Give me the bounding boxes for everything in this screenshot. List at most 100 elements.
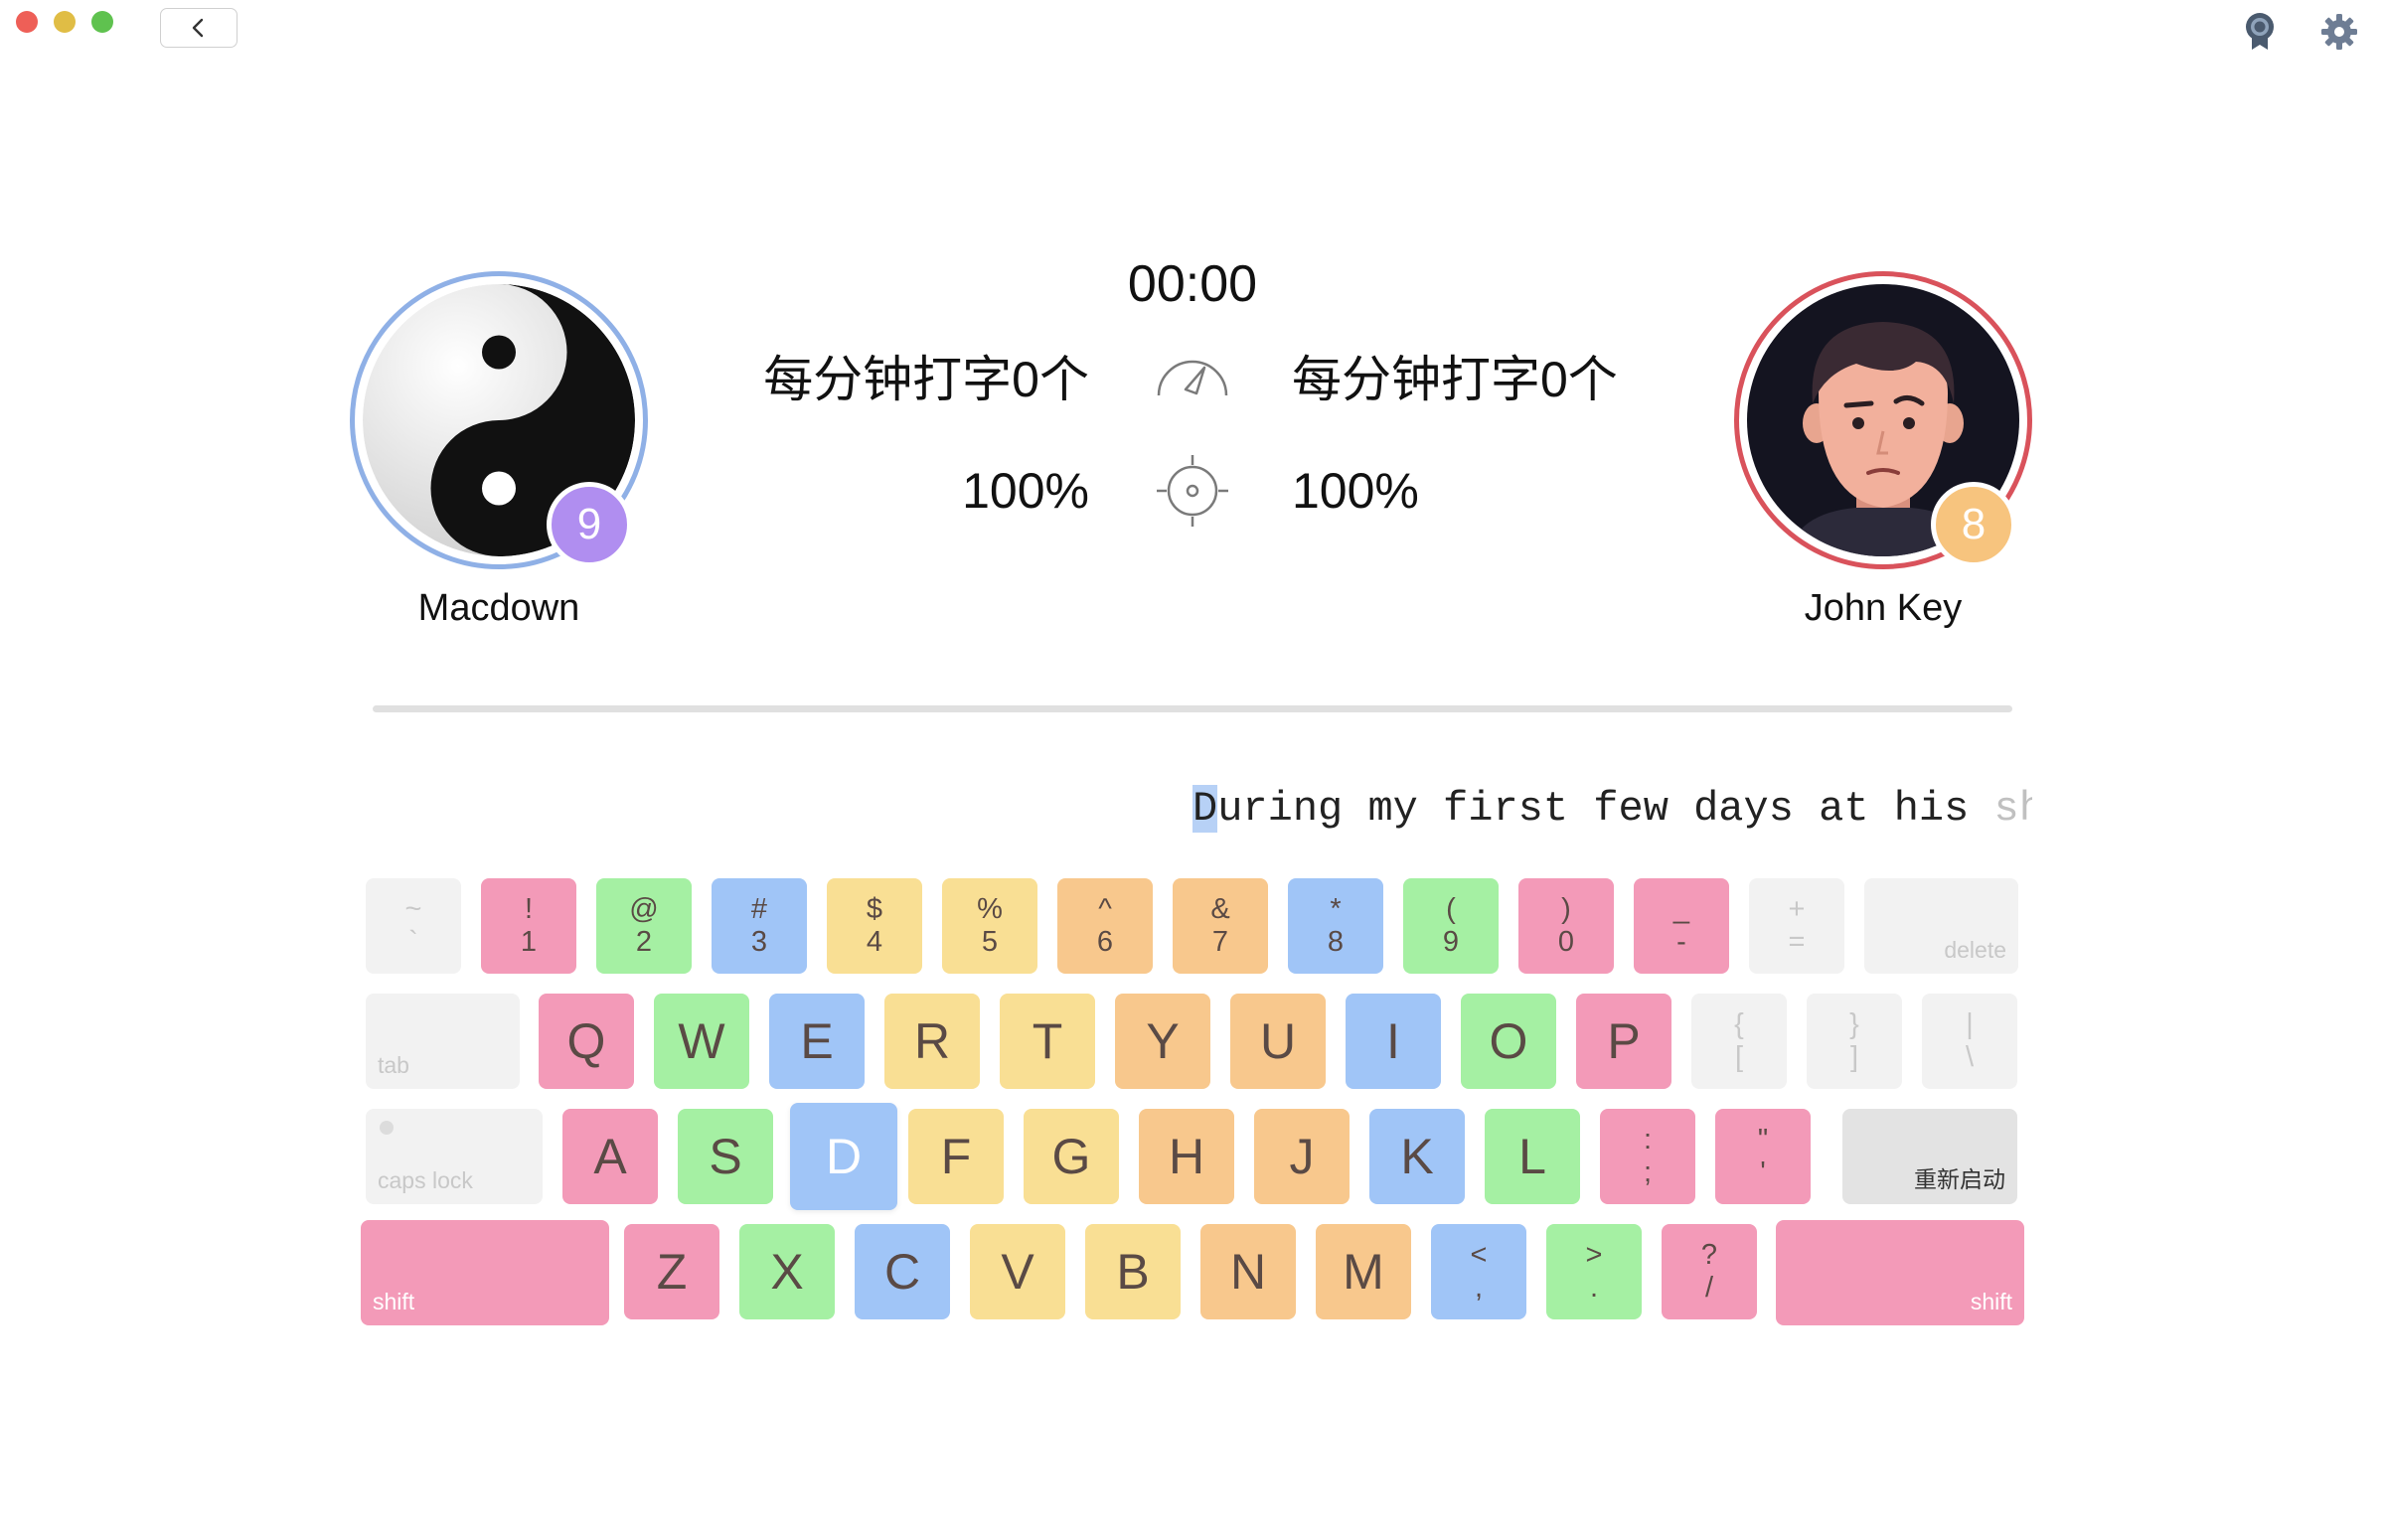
key-symbol-/[interactable]: ? / <box>1662 1224 1757 1319</box>
key-symbol-\[interactable]: | \ <box>1922 994 2017 1089</box>
key-label: caps lock <box>378 1167 473 1193</box>
key--[interactable]: _ - <box>1634 878 1729 974</box>
key-symbol-][interactable]: }] <box>1807 994 1902 1089</box>
key-k[interactable]: K <box>1369 1109 1465 1204</box>
award-badge-button[interactable] <box>2240 12 2280 52</box>
current-char: D <box>1192 785 1218 833</box>
key-main-symbol: \ <box>1965 1041 1975 1073</box>
maximize-window-button[interactable] <box>91 11 113 33</box>
key-shift-left[interactable]: shift <box>361 1220 609 1325</box>
key-shift-symbol: & <box>1210 892 1230 925</box>
key-9[interactable]: (9 <box>1403 878 1499 974</box>
key-3[interactable]: #3 <box>712 878 807 974</box>
left-wpm: 每分钟打字0个 <box>763 352 1089 407</box>
key-v[interactable]: V <box>970 1224 1065 1319</box>
key-1[interactable]: ! 1 <box>481 878 576 974</box>
key-main-symbol: . <box>1589 1272 1599 1304</box>
key-shift-symbol: # <box>750 892 768 925</box>
key-letter: N <box>1229 1244 1267 1300</box>
key-label: 重新启动 <box>1914 1166 2005 1192</box>
key-symbol-;[interactable]: :; <box>1600 1109 1695 1204</box>
key-h[interactable]: H <box>1139 1109 1234 1204</box>
key-letter: G <box>1051 1129 1091 1184</box>
key-main-symbol: 5 <box>981 926 999 958</box>
key-letter: V <box>1001 1244 1034 1300</box>
key-f[interactable]: F <box>908 1109 1004 1204</box>
key-y[interactable]: Y <box>1115 994 1210 1089</box>
key-main-symbol: ' <box>1760 1156 1766 1188</box>
key-tab[interactable]: tab <box>366 994 520 1089</box>
key-main-symbol: 6 <box>1096 926 1114 958</box>
minimize-window-button[interactable] <box>54 11 76 33</box>
key-4[interactable]: $4 <box>827 878 922 974</box>
award-badge-icon <box>2246 13 2274 50</box>
player-right: 8 John Key <box>1734 271 2032 629</box>
key-8[interactable]: * 8 <box>1288 878 1383 974</box>
key-7[interactable]: & 7 <box>1173 878 1268 974</box>
key-g[interactable]: G <box>1024 1109 1119 1204</box>
key-shift-right[interactable]: shift <box>1776 1220 2024 1325</box>
key-label: shift <box>1970 1289 2012 1314</box>
key-caps-lock[interactable]: caps lock <box>366 1109 543 1204</box>
key-c[interactable]: C <box>855 1224 950 1319</box>
window-controls <box>16 11 113 33</box>
key-shift-symbol: ^ <box>1098 892 1112 925</box>
level-badge: 8 <box>1931 482 2016 567</box>
key-b[interactable]: B <box>1085 1224 1181 1319</box>
speedometer-icon <box>1157 360 1228 396</box>
back-button[interactable] <box>160 8 238 48</box>
key-d[interactable]: D <box>790 1103 897 1210</box>
key-q[interactable]: Q <box>539 994 634 1089</box>
key-w[interactable]: W <box>654 994 749 1089</box>
key-n[interactable]: N <box>1200 1224 1296 1319</box>
key-symbol-[[interactable]: {[ <box>1691 994 1787 1089</box>
key-shift-symbol: ~ <box>404 892 422 925</box>
key-o[interactable]: O <box>1461 994 1556 1089</box>
key-main-symbol: 0 <box>1557 926 1575 958</box>
progress-divider <box>373 705 2012 712</box>
caps-lock-indicator <box>380 1121 394 1135</box>
key-i[interactable]: I <box>1346 994 1441 1089</box>
key-j[interactable]: J <box>1254 1109 1350 1204</box>
key-backtick[interactable]: ~ ` <box>366 878 461 974</box>
key-t[interactable]: T <box>1000 994 1095 1089</box>
key-letter: O <box>1489 1013 1528 1069</box>
key-6[interactable]: ^ 6 <box>1057 878 1153 974</box>
key-letter: Y <box>1146 1013 1180 1069</box>
left-accuracy: 100% <box>962 463 1089 519</box>
key-5[interactable]: % 5 <box>942 878 1037 974</box>
key-shift-symbol: ? <box>1700 1238 1718 1271</box>
key-x[interactable]: X <box>739 1224 835 1319</box>
key-shift-symbol: ! <box>524 892 534 925</box>
key-p[interactable]: P <box>1576 994 1671 1089</box>
settings-button[interactable] <box>2319 12 2359 52</box>
key-symbol-.[interactable]: >. <box>1546 1224 1642 1319</box>
key-main-symbol: 7 <box>1211 926 1229 958</box>
key-letter: C <box>883 1244 921 1300</box>
key-l[interactable]: L <box>1485 1109 1580 1204</box>
close-window-button[interactable] <box>16 11 38 33</box>
key-e[interactable]: E <box>769 994 865 1089</box>
key-2[interactable]: @2 <box>596 878 692 974</box>
key-letter: S <box>709 1129 742 1184</box>
key-z[interactable]: Z <box>624 1224 719 1319</box>
key-shift-symbol: < <box>1470 1238 1488 1271</box>
key-letter: D <box>825 1129 863 1184</box>
key-=[interactable]: + = <box>1749 878 1844 974</box>
key-shift-symbol: " <box>1757 1123 1769 1155</box>
key-symbol-,[interactable]: <, <box>1431 1224 1526 1319</box>
key-a[interactable]: A <box>562 1109 658 1204</box>
key-main-symbol: [ <box>1734 1041 1744 1073</box>
level-badge: 9 <box>547 482 632 567</box>
key-m[interactable]: M <box>1316 1224 1411 1319</box>
key-symbol-'[interactable]: " ' <box>1715 1109 1811 1204</box>
key-0[interactable]: ) 0 <box>1518 878 1614 974</box>
key-main-symbol: = <box>1788 926 1806 958</box>
typing-text: During my first few days at his sho <box>1192 785 2032 845</box>
restart-key-button[interactable]: 重新启动 <box>1842 1109 2017 1204</box>
key-r[interactable]: R <box>884 994 980 1089</box>
key-u[interactable]: U <box>1230 994 1326 1089</box>
key-s[interactable]: S <box>678 1109 773 1204</box>
key-delete[interactable]: delete <box>1864 878 2018 974</box>
chevron-left-icon <box>192 18 204 38</box>
